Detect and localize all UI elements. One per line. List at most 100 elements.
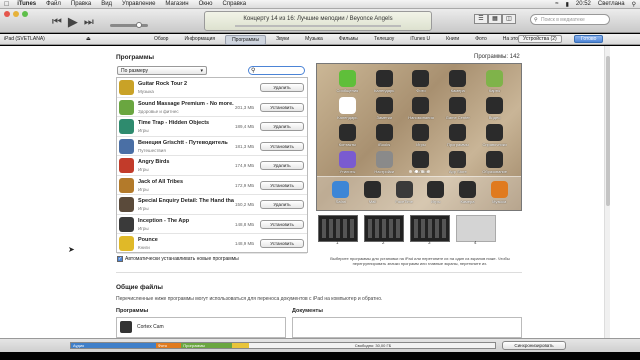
menu-help[interactable]: Справка xyxy=(223,1,247,7)
home-app[interactable]: Настройки xyxy=(366,151,403,174)
home-app[interactable]: Музыка xyxy=(483,181,515,204)
home-app[interactable]: Game Center xyxy=(439,97,476,120)
home-app[interactable]: Календарь xyxy=(366,70,403,93)
home-app[interactable]: Видео xyxy=(476,97,513,120)
window-controls xyxy=(4,11,28,17)
home-app[interactable]: Контакты xyxy=(329,124,366,147)
home-app[interactable]: Образование xyxy=(476,151,513,174)
home-app[interactable]: Программы xyxy=(439,124,476,147)
home-app[interactable]: Напоминания xyxy=(403,97,440,120)
apple-menu-icon[interactable]:  xyxy=(4,1,9,8)
menu-view[interactable]: Вид xyxy=(101,1,112,7)
home-app[interactable]: App Store xyxy=(439,151,476,174)
coverflow-view-icon[interactable]: ◫ xyxy=(502,14,516,24)
app-category: Музыка xyxy=(138,89,154,94)
wifi-icon[interactable]: ≈ xyxy=(555,1,558,7)
app-row[interactable]: Time Trap - Hidden Objects Игры 189,4 МБ… xyxy=(117,117,307,137)
app-row[interactable]: Венеция Grischtt - Путеводитель Путешест… xyxy=(117,137,307,156)
home-app[interactable]: Фото xyxy=(403,70,440,93)
menu-controls[interactable]: Управление xyxy=(122,1,155,7)
vertical-scrollbar[interactable] xyxy=(604,46,610,338)
volume-knob[interactable] xyxy=(136,22,142,28)
home-app[interactable]: iBooks xyxy=(366,124,403,147)
home-app[interactable]: Сообщения xyxy=(329,70,366,93)
tab-8[interactable]: Книги xyxy=(440,35,465,45)
auto-install-checkbox[interactable]: ✓ Автоматически устанавливать новые прог… xyxy=(117,256,239,262)
volume-slider[interactable] xyxy=(110,22,148,28)
battery-icon[interactable]: ▮ xyxy=(566,1,569,8)
home-app[interactable]: FaceTime xyxy=(388,181,420,204)
app-action-button[interactable]: Удалить xyxy=(260,200,304,209)
home-app[interactable]: Справочники xyxy=(476,124,513,147)
app-action-button[interactable]: Установить xyxy=(260,219,304,229)
home-page-thumbnail[interactable] xyxy=(456,215,496,242)
clock[interactable]: 20:52 xyxy=(576,1,591,7)
sort-select[interactable]: По размеру ▾ xyxy=(117,66,207,75)
eject-icon[interactable]: ⏏ xyxy=(86,36,91,42)
done-button[interactable]: Готово xyxy=(574,35,604,43)
home-app[interactable]: Утилиты xyxy=(329,151,366,174)
tab-9[interactable]: Фото xyxy=(469,35,493,45)
app-action-button[interactable]: Удалить xyxy=(260,83,304,92)
app-row[interactable]: Jack of All Tribes Игры 172,9 МБ Установ… xyxy=(117,176,307,195)
minimize-window-button[interactable] xyxy=(13,11,19,17)
scrollbar-thumb[interactable] xyxy=(606,56,610,206)
app-row[interactable]: Inception - The App Игры 148,8 МБ Устано… xyxy=(117,215,307,234)
app-row[interactable]: Sound Massage Premium - No more... Здоро… xyxy=(117,98,307,117)
zoom-window-button[interactable] xyxy=(22,11,28,17)
tab-6[interactable]: Телешоу xyxy=(368,35,400,45)
home-app[interactable]: Карты xyxy=(476,70,513,93)
home-app[interactable]: Mail xyxy=(357,181,389,204)
home-app[interactable]: Safari xyxy=(325,181,357,204)
tab-0[interactable]: Обзор xyxy=(148,35,174,45)
list-view-icon[interactable]: ☰ xyxy=(474,14,488,24)
app-icon xyxy=(332,181,350,198)
tab-5[interactable]: Фильмы xyxy=(333,35,364,45)
main-content: Программы Программы: 142 По размеру ▾ ⚲ … xyxy=(0,46,640,338)
home-app[interactable]: Камера xyxy=(439,70,476,93)
tab-2[interactable]: Программы xyxy=(225,35,267,45)
home-page-thumbnail[interactable] xyxy=(410,215,450,242)
spotlight-icon[interactable]: ⚲ xyxy=(632,1,636,8)
home-app[interactable]: Игры xyxy=(420,181,452,204)
menu-itunes[interactable]: iTunes xyxy=(17,1,36,7)
tab-3[interactable]: Звуки xyxy=(270,35,295,45)
home-app[interactable]: Календарь xyxy=(329,97,366,120)
tab-4[interactable]: Музыка xyxy=(299,35,329,45)
user-name[interactable]: Светлана xyxy=(598,1,625,7)
home-page-thumbnail[interactable] xyxy=(364,215,404,242)
menu-file[interactable]: Файл xyxy=(46,1,61,7)
home-page-thumbnail[interactable] xyxy=(318,215,358,242)
close-window-button[interactable] xyxy=(4,11,10,17)
menu-store[interactable]: Магазин xyxy=(165,1,188,7)
app-row[interactable]: Guitar Rock Tour 2 Музыка Удалить xyxy=(117,78,307,98)
devices-button[interactable]: Устройства (2) xyxy=(518,35,562,43)
home-app[interactable]: Игры xyxy=(403,124,440,147)
apps-search-input[interactable]: ⚲ xyxy=(248,66,305,75)
grid-view-icon[interactable]: ▦ xyxy=(488,14,502,24)
app-action-button[interactable]: Установить xyxy=(260,141,304,151)
menu-window[interactable]: Окно xyxy=(199,1,213,7)
tab-1[interactable]: Информация xyxy=(178,35,221,45)
shared-program-name[interactable]: Cortex Cam xyxy=(137,324,164,330)
app-row[interactable]: Special Enquiry Detail: The Hand that...… xyxy=(117,195,307,215)
app-row[interactable]: Angry Birds Игры 174,9 МБ Удалить xyxy=(117,156,307,176)
app-row[interactable]: Pounce Книги 148,9 МБ Установить xyxy=(117,234,307,254)
playback-progress[interactable] xyxy=(235,25,401,27)
menu-edit[interactable]: Правка xyxy=(71,1,91,7)
app-action-button[interactable]: Установить xyxy=(260,180,304,190)
home-app[interactable]: Камера xyxy=(452,181,484,204)
previous-track-icon[interactable]: ⏮ xyxy=(52,16,62,29)
play-icon[interactable]: ▶ xyxy=(68,14,78,30)
app-action-button[interactable]: Установить xyxy=(260,102,304,112)
checkbox-checked-icon[interactable]: ✓ xyxy=(117,256,123,262)
next-track-icon[interactable]: ⏭ xyxy=(84,16,94,29)
app-action-button[interactable]: Удалить xyxy=(260,161,304,170)
library-search-input[interactable]: ⚲ Поиск в медиатеке xyxy=(530,14,610,25)
app-action-button[interactable]: Удалить xyxy=(260,122,304,131)
device-name[interactable]: iPad (SVETLANA) xyxy=(4,36,45,42)
tab-7[interactable]: iTunes U xyxy=(404,35,436,45)
home-app[interactable]: Заметки xyxy=(366,97,403,120)
app-action-button[interactable]: Установить xyxy=(260,239,304,248)
sync-button[interactable]: Синхронизировать xyxy=(502,341,566,350)
